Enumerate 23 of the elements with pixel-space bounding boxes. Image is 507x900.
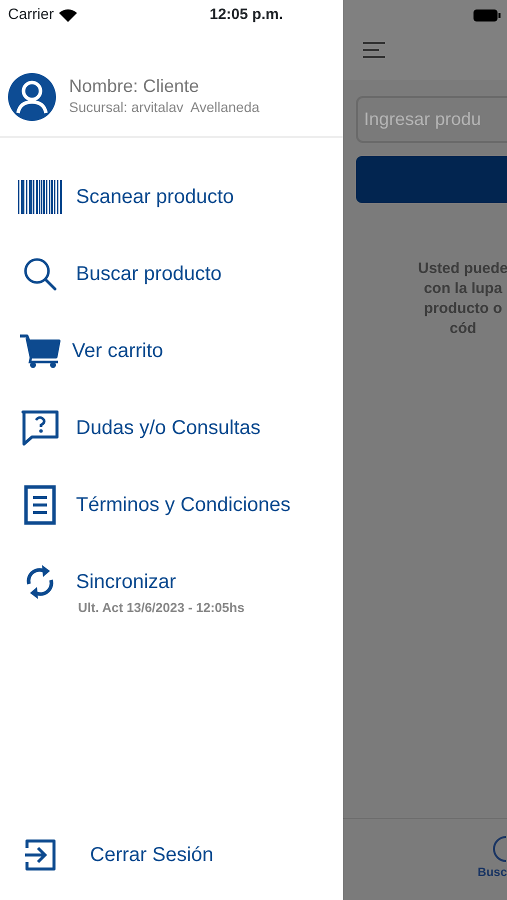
- carrier-name: Carrier: [8, 4, 54, 25]
- logout-button[interactable]: Cerrar Sesión: [0, 830, 343, 880]
- wifi-icon: [58, 8, 77, 22]
- battery-icon: [473, 8, 501, 22]
- cart-icon: [18, 332, 62, 368]
- menu-item[interactable]: Scanear producto: [0, 158, 343, 235]
- barcode-icon: [18, 180, 62, 214]
- logout-icon: [24, 838, 56, 872]
- client-name: Nombre: Cliente: [69, 75, 200, 97]
- message-line: con la lupa: [422, 279, 504, 299]
- status-time: 12:05 p.m.: [210, 4, 283, 25]
- menu-item[interactable]: Términos y Condiciones: [0, 466, 343, 543]
- search-button[interactable]: [356, 156, 507, 203]
- menu-item[interactable]: Ver carrito: [0, 312, 343, 389]
- menu-icon: [363, 42, 385, 58]
- avatar-icon: [8, 72, 56, 120]
- last-update-text: Ult. Act 13/6/2023 - 12:05hs: [77, 599, 246, 617]
- branch-label: Sucursal: arvitalav Avellaneda: [69, 98, 260, 117]
- message-line: cód: [448, 319, 478, 339]
- message-line: producto o: [422, 299, 504, 319]
- menu-item[interactable]: Dudas y/o Consultas: [0, 389, 343, 466]
- search-field[interactable]: Ingresar produ: [356, 96, 507, 143]
- menu-item[interactable]: Buscar producto: [0, 235, 343, 312]
